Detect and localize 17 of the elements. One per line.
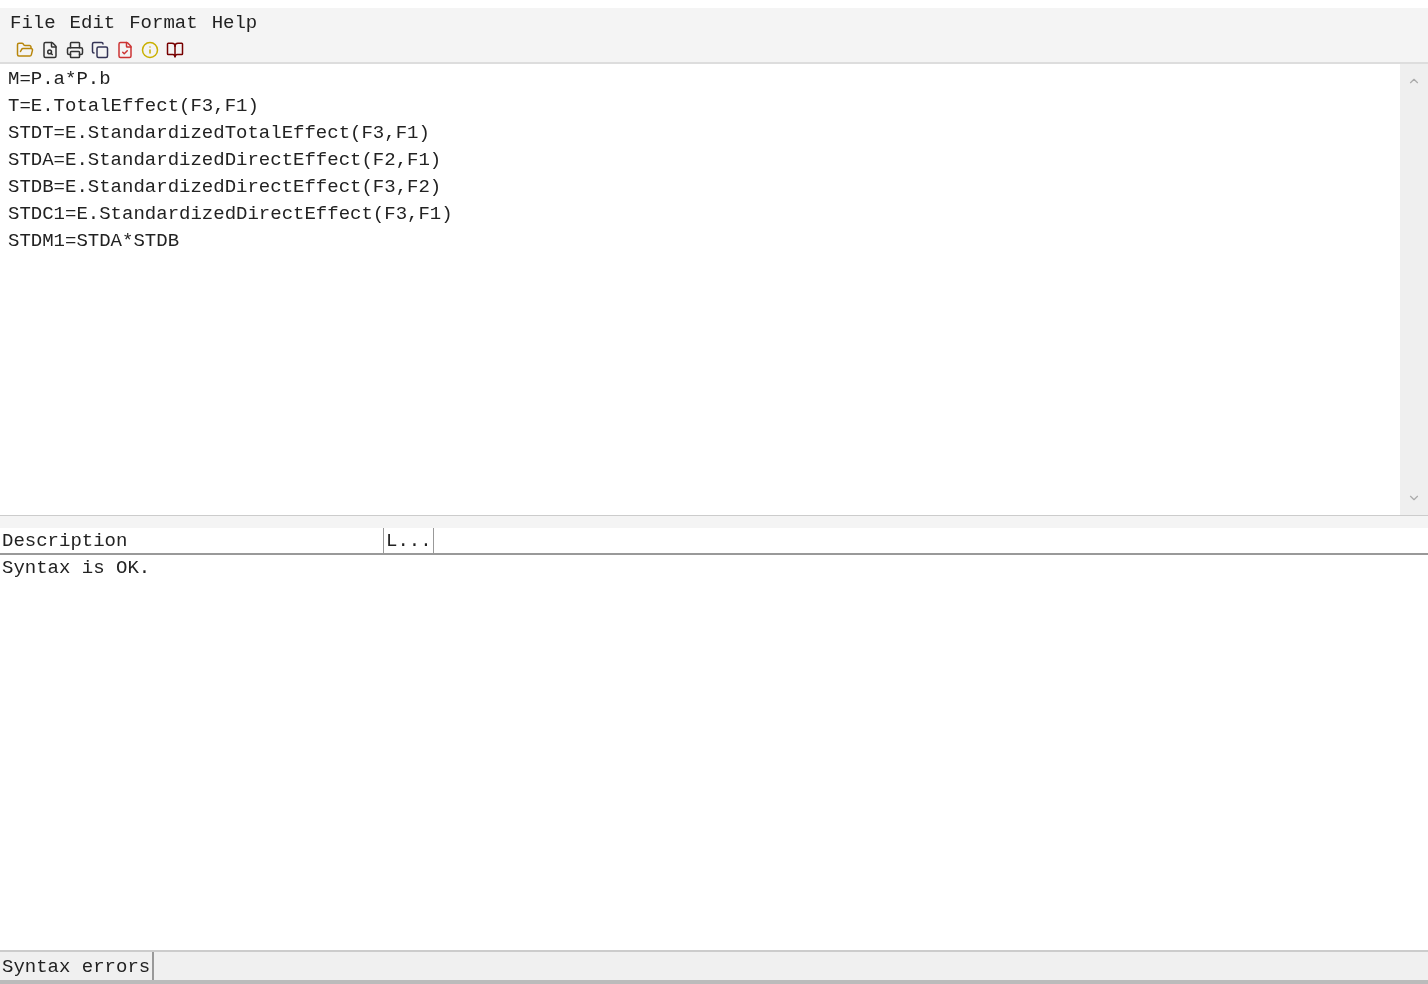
column-header[interactable]: L...	[384, 528, 434, 553]
printer-icon[interactable]	[64, 39, 86, 61]
menu-item[interactable]: Format	[129, 12, 198, 34]
menu-item[interactable]: File	[10, 12, 56, 34]
column-header[interactable]: Description	[0, 528, 384, 553]
code-line: STDC1=E.StandardizedDirectEffect(F3,F1)	[8, 202, 454, 227]
message-row[interactable]: Syntax is OK.	[0, 555, 1428, 581]
menu-item[interactable]: Help	[211, 12, 258, 34]
code-line: STDA=E.StandardizedDirectEffect(F2,F1)	[8, 148, 443, 173]
code-line: M=P.a*P.b	[8, 67, 112, 92]
status-label: Syntax errors	[0, 952, 155, 980]
code-line: T=E.TotalEffect(F3,F1)	[8, 94, 260, 119]
code-line: STDM1=STDA*STDB	[8, 229, 181, 254]
code-line: STDT=E.StandardizedTotalEffect(F3,F1)	[8, 121, 431, 146]
copy-icon[interactable]	[89, 39, 111, 61]
code-line: STDB=E.StandardizedDirectEffect(F3,F2)	[8, 175, 443, 200]
menu-item[interactable]: Edit	[69, 12, 116, 34]
